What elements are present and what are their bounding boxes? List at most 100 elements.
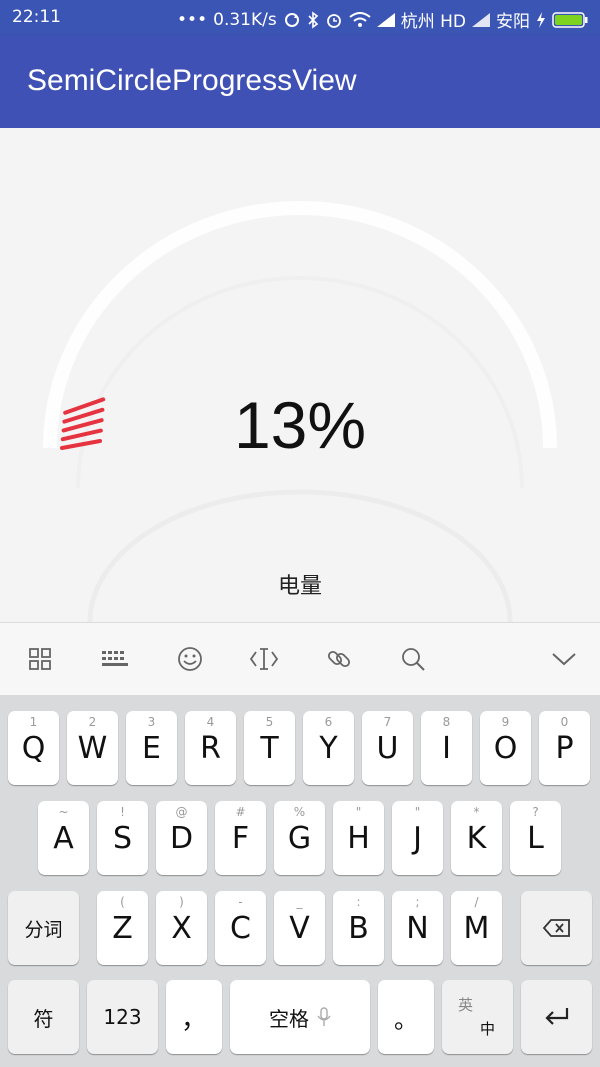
- status-right: ••• 0.31K/s 杭州 HD 安阳: [177, 7, 588, 32]
- key-label: D: [169, 821, 194, 856]
- number-key[interactable]: 123: [87, 980, 158, 1054]
- key-label: W: [77, 731, 108, 766]
- key-label: M: [463, 911, 490, 946]
- key-j[interactable]: " J: [392, 801, 443, 875]
- comma-key[interactable]: ，: [166, 980, 222, 1054]
- key-label: X: [171, 911, 192, 946]
- key-a[interactable]: ~ A: [38, 801, 89, 875]
- search-icon[interactable]: [395, 641, 431, 677]
- enter-icon: [521, 980, 592, 1054]
- key-g[interactable]: % G: [274, 801, 325, 875]
- progress-percent: 13%: [233, 388, 367, 462]
- key-y[interactable]: 6Y: [303, 711, 354, 785]
- sync-icon: [284, 12, 299, 27]
- key-label: H: [347, 821, 370, 856]
- key-f[interactable]: # F: [215, 801, 266, 875]
- period-key[interactable]: 。: [378, 980, 434, 1054]
- key-hint: !: [120, 805, 125, 819]
- charging-icon: [537, 11, 545, 28]
- key-hint: /: [474, 895, 479, 909]
- key-hint: 4: [206, 715, 215, 729]
- grid-icon[interactable]: [22, 641, 58, 677]
- symbol-key[interactable]: 符: [8, 980, 79, 1054]
- symbol-key-label: 符: [33, 1006, 54, 1031]
- progress-caption: 电量: [277, 574, 322, 599]
- key-p[interactable]: 0P: [539, 711, 590, 785]
- key-label: E: [142, 731, 161, 766]
- key-label: G: [287, 821, 312, 856]
- semi-circle-progress: [43, 201, 557, 622]
- key-hint: @: [175, 805, 188, 819]
- status-time: 22:11: [12, 7, 61, 27]
- key-hint: 7: [383, 715, 392, 729]
- key-s[interactable]: ! S: [97, 801, 148, 875]
- key-e[interactable]: 3E: [126, 711, 177, 785]
- key-hint: (: [120, 895, 125, 909]
- key-o[interactable]: 9O: [480, 711, 531, 785]
- microphone-icon: [317, 1007, 331, 1026]
- number-key-label: 123: [103, 1005, 142, 1029]
- battery-icon: [552, 11, 588, 28]
- key-k[interactable]: * K: [451, 801, 502, 875]
- network-speed: 0.31K/s: [213, 9, 277, 30]
- fenci-key-label: 分词: [24, 918, 63, 941]
- key-hint: -: [238, 895, 243, 909]
- content-area: 13% 电量: [0, 128, 600, 622]
- key-label: V: [289, 911, 310, 946]
- key-h[interactable]: " H: [333, 801, 384, 875]
- key-d[interactable]: @ D: [156, 801, 207, 875]
- key-label: P: [555, 731, 574, 766]
- key-n[interactable]: ; N: [392, 891, 443, 965]
- backspace-icon: [521, 891, 592, 965]
- key-i[interactable]: 8I: [421, 711, 472, 785]
- key-r[interactable]: 4R: [185, 711, 236, 785]
- key-hint: ;: [415, 895, 420, 909]
- key-t[interactable]: 5T: [244, 711, 295, 785]
- key-x[interactable]: ) X: [156, 891, 207, 965]
- key-label: A: [53, 821, 74, 856]
- link-icon[interactable]: [321, 641, 357, 677]
- key-hint: ": [414, 805, 421, 819]
- key-hint: *: [473, 805, 480, 819]
- inner-arc-decoration: [87, 489, 513, 622]
- key-hint: 0: [560, 715, 569, 729]
- enter-key[interactable]: [521, 980, 592, 1054]
- key-label: L: [527, 821, 544, 856]
- key-c[interactable]: -C: [215, 891, 266, 965]
- key-label: I: [442, 731, 451, 766]
- language-key-bottom: 中: [480, 1020, 496, 1038]
- key-hint: 8: [442, 715, 451, 729]
- emoji-icon[interactable]: [172, 641, 208, 677]
- backspace-key[interactable]: [521, 891, 592, 965]
- key-hint: :: [356, 895, 361, 909]
- key-u[interactable]: 7U: [362, 711, 413, 785]
- key-l[interactable]: ? L: [510, 801, 561, 875]
- alarm-icon: [326, 13, 341, 28]
- key-z[interactable]: (Z: [97, 891, 148, 965]
- key-hint: ": [355, 805, 362, 819]
- key-b[interactable]: :B: [333, 891, 384, 965]
- key-label: Q: [21, 731, 46, 766]
- chevron-down-icon[interactable]: [546, 641, 582, 677]
- notification-dots: •••: [177, 9, 208, 30]
- key-hint: 6: [324, 715, 333, 729]
- bluetooth-icon: [308, 10, 318, 29]
- key-m[interactable]: / M: [451, 891, 502, 965]
- key-label: B: [348, 911, 369, 946]
- key-label: Y: [319, 731, 338, 766]
- key-label: C: [230, 911, 251, 946]
- keyboard-icon[interactable]: [97, 641, 133, 677]
- key-w[interactable]: 2W: [67, 711, 118, 785]
- key-label: F: [231, 821, 250, 856]
- cursor-icon[interactable]: [246, 641, 282, 677]
- key-v[interactable]: _ V: [274, 891, 325, 965]
- language-key-top: 英: [458, 996, 474, 1014]
- key-hint: 9: [501, 715, 510, 729]
- key-q[interactable]: 1Q: [8, 711, 59, 785]
- space-key[interactable]: 空格: [230, 980, 370, 1054]
- space-key-content: 空格: [230, 980, 370, 1054]
- key-hint: 1: [29, 715, 38, 729]
- language-key[interactable]: 英 中: [442, 980, 513, 1054]
- signal-icon: [376, 12, 395, 27]
- fenci-key[interactable]: 分词: [8, 891, 79, 965]
